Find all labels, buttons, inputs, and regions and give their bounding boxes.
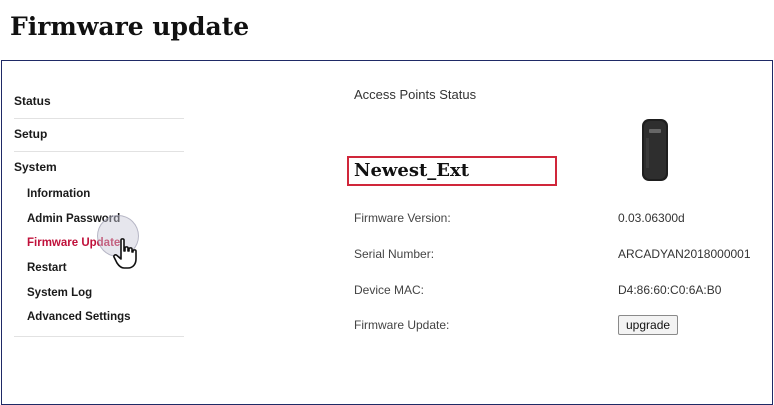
device-mac-value: D4:86:60:C0:6A:B0 — [618, 283, 722, 297]
upgrade-button[interactable]: upgrade — [618, 315, 679, 335]
serial-number-value: ARCADYAN2018000001 — [618, 247, 751, 261]
device-mac-label: Device MAC: — [354, 283, 425, 297]
firmware-version-value: 0.03.06300d — [618, 211, 685, 225]
header: Firmware update — [0, 0, 774, 61]
firmware-update-label: Firmware Update: — [354, 318, 450, 332]
device-name: Newest_Ext — [354, 160, 470, 181]
page-title: Firmware update — [10, 12, 250, 41]
hand-pointer-icon — [113, 238, 137, 269]
firmware-version-label: Firmware Version: — [354, 211, 451, 225]
access-point-device-image — [642, 119, 668, 181]
sidebar-item-information[interactable]: Information — [14, 182, 184, 207]
section-title: Access Points Status — [354, 87, 477, 102]
serial-number-label: Serial Number: — [354, 247, 435, 261]
sidebar-item-advanced-settings[interactable]: Advanced Settings — [14, 305, 184, 330]
sidebar-item-setup[interactable]: Setup — [14, 119, 184, 152]
system-submenu: Information Admin Password Firmware Upda… — [14, 182, 184, 338]
device-name-highlight-box: Newest_Ext — [347, 156, 557, 186]
sidebar-item-status[interactable]: Status — [14, 86, 184, 119]
sidebar-item-restart[interactable]: Restart — [14, 256, 184, 281]
sidebar-item-system[interactable]: System — [14, 152, 184, 182]
sidebar: Status Setup System Information Admin Pa… — [14, 86, 184, 338]
sidebar-item-system-log[interactable]: System Log — [14, 281, 184, 306]
